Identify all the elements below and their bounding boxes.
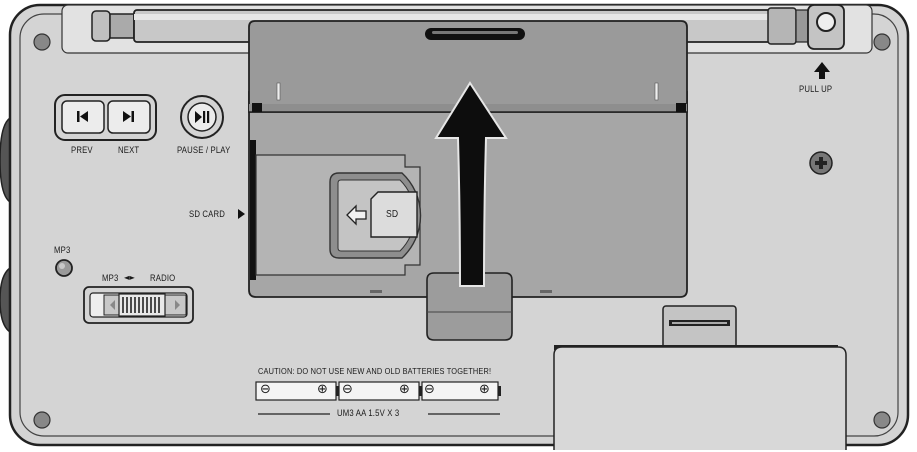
mp3-led-label: MP3	[54, 245, 71, 255]
next-button[interactable]	[107, 100, 151, 134]
prev-label: PREV	[71, 145, 93, 155]
side-knob-top	[0, 116, 11, 204]
sd-card-label: SD CARD	[189, 209, 226, 219]
corner-screw-tl	[33, 33, 51, 51]
corner-screw-br	[873, 411, 891, 429]
mode-switch[interactable]	[83, 286, 194, 324]
battery-2-plus: ⊕	[399, 382, 411, 397]
battery-3-plus: ⊕	[479, 382, 491, 397]
battery-1-minus: ⊖	[260, 382, 272, 397]
pause-play-label: PAUSE / PLAY	[177, 145, 231, 155]
switch-left-label: MP3	[102, 273, 119, 283]
radio-back-diagram	[0, 3, 910, 450]
switch-right-label: RADIO	[150, 273, 176, 283]
switch-knob[interactable]	[118, 293, 166, 317]
phillips-screw	[809, 151, 833, 175]
mp3-led	[55, 259, 73, 277]
switch-arrows-icon: ◄►	[124, 273, 135, 282]
pull-up-label: PULL UP	[799, 84, 833, 94]
prev-button[interactable]	[61, 100, 105, 134]
pause-play-button[interactable]	[180, 95, 224, 139]
next-label: NEXT	[118, 145, 140, 155]
side-knob-bottom	[0, 266, 11, 334]
battery-3-minus: ⊖	[424, 382, 436, 397]
sd-slot-label: SD	[386, 209, 399, 220]
battery-2-minus: ⊖	[342, 382, 354, 397]
battery-caution: CAUTION: DO NOT USE NEW AND OLD BATTERIE…	[258, 366, 492, 376]
corner-screw-bl	[33, 411, 51, 429]
battery-1-plus: ⊕	[317, 382, 329, 397]
battery-spec: UM3 AA 1.5V X 3	[337, 408, 400, 418]
corner-screw-tr	[873, 33, 891, 51]
